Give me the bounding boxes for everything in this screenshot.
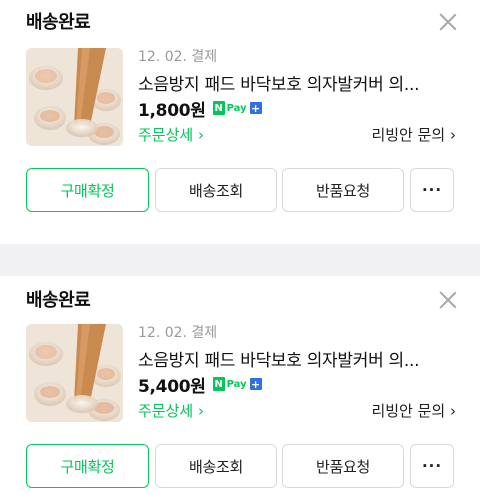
seller-inquiry-link[interactable]: 리빙안 문의 › <box>371 124 456 145</box>
order-detail-link[interactable]: 주문상세 › <box>138 400 204 421</box>
npay-label: Pay <box>226 102 247 114</box>
return-request-button[interactable]: 반품요청 <box>282 444 404 488</box>
chair-foot-image <box>26 324 123 422</box>
confirm-purchase-button[interactable]: 구매확정 <box>26 444 149 488</box>
order-date: 12. 02. 결제 <box>138 325 218 341</box>
npay-badge: N Pay + <box>212 377 262 391</box>
confirm-purchase-button[interactable]: 구매확정 <box>26 168 149 212</box>
order-date: 12. 02. 결제 <box>138 49 218 65</box>
product-title[interactable]: 소음방지 패드 바닥보호 의자발커버 의... <box>138 70 458 95</box>
chair-foot-image <box>26 48 123 146</box>
order-detail-link[interactable]: 주문상세 › <box>138 124 204 145</box>
product-price: 5,400원 <box>138 376 206 397</box>
seller-inquiry-link[interactable]: 리빙안 문의 › <box>371 400 456 421</box>
npay-n-icon: N <box>212 101 225 115</box>
more-icon[interactable]: ··· <box>410 444 454 488</box>
product-title[interactable]: 소음방지 패드 바닥보호 의자발커버 의... <box>138 346 458 371</box>
close-icon[interactable] <box>438 290 458 310</box>
npay-plus-icon: + <box>249 101 262 115</box>
product-price: 1,800원 <box>138 100 206 121</box>
npay-n-icon: N <box>212 377 225 391</box>
track-delivery-button[interactable]: 배송조회 <box>155 444 277 488</box>
npay-badge: N Pay + <box>212 101 262 115</box>
price-row: 1,800원 N Pay + <box>138 97 262 121</box>
close-icon[interactable] <box>438 12 458 32</box>
return-request-button[interactable]: 반품요청 <box>282 168 404 212</box>
order-card: 배송완료 12. 02. 결제 소음방지 패드 바닥보호 의자발커버 의... … <box>0 0 480 244</box>
section-divider <box>0 244 480 276</box>
more-icon[interactable]: ··· <box>410 168 454 212</box>
npay-plus-icon: + <box>249 377 262 391</box>
product-thumbnail[interactable] <box>26 48 123 146</box>
track-delivery-button[interactable]: 배송조회 <box>155 168 277 212</box>
npay-label: Pay <box>226 378 247 390</box>
product-thumbnail[interactable] <box>26 324 123 422</box>
order-status: 배송완료 <box>26 12 91 33</box>
order-status: 배송완료 <box>26 290 91 311</box>
price-row: 5,400원 N Pay + <box>138 373 262 397</box>
order-card: 배송완료 12. 02. 결제 소음방지 패드 바닥보호 의자발커버 의... … <box>0 276 480 495</box>
